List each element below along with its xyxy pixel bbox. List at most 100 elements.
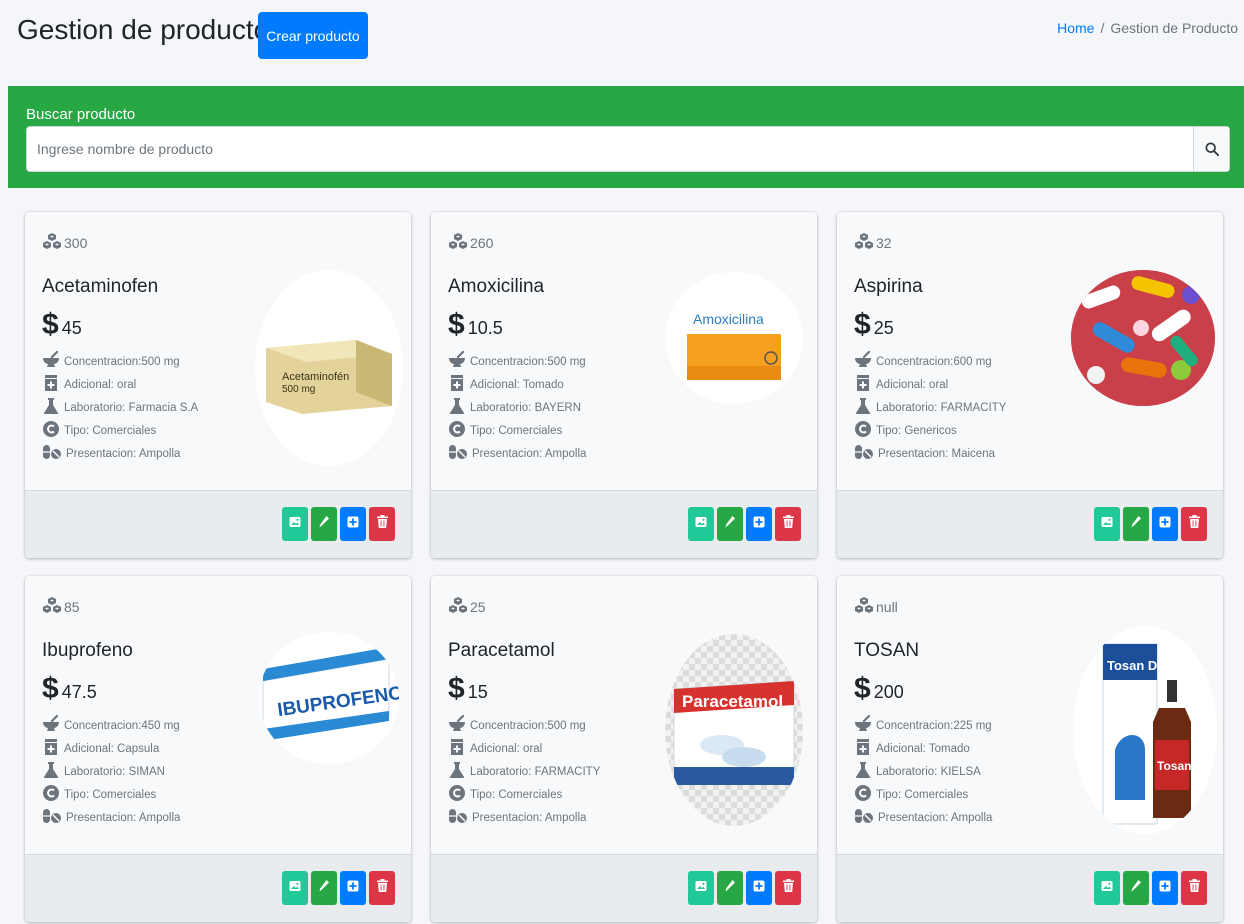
delete-button[interactable] [1181, 507, 1207, 541]
detail-tipo: Tipo: Comerciales [854, 783, 992, 806]
product-card-body: 25 Paracetamol $ 15 Concentracion:500 mg… [431, 576, 817, 854]
detail-tipo: Tipo: Comerciales [448, 783, 600, 806]
detail-text: Concentracion:500 mg [470, 355, 586, 368]
add-lot-button[interactable] [746, 507, 772, 541]
detail-concentracion: Concentracion:500 mg [42, 350, 198, 373]
detail-text: Laboratorio: KIELSA [876, 765, 981, 778]
mortar-pestle-icon [42, 714, 60, 736]
edit-button[interactable] [717, 871, 743, 905]
product-name: Ibuprofeno [42, 640, 133, 661]
product-details: Concentracion:500 mg Adicional: oral Lab… [42, 350, 198, 465]
detail-text: Laboratorio: Farmacia S.A [64, 401, 199, 414]
card-actions [688, 871, 801, 905]
trash-icon [1188, 515, 1200, 533]
add-lot-button[interactable] [1152, 507, 1178, 541]
edit-button[interactable] [1123, 871, 1149, 905]
product-card: 85 Ibuprofeno $ 47.5 Concentracion:450 m… [25, 576, 411, 922]
product-price: $ 45 [42, 308, 82, 342]
change-image-button[interactable] [688, 507, 714, 541]
price-value: 45 [61, 318, 82, 338]
stock-value: null [876, 598, 898, 615]
detail-text: Presentacion: Ampolla [472, 447, 587, 460]
pencil-icon [318, 879, 330, 898]
edit-button[interactable] [311, 507, 337, 541]
svg-text:500 mg: 500 mg [282, 384, 315, 395]
add-lot-button[interactable] [1152, 871, 1178, 905]
product-price: $ 25 [854, 308, 894, 342]
search-button[interactable] [1193, 127, 1229, 171]
medicine-box-icon: Paracetamol [673, 680, 795, 786]
add-lot-button[interactable] [746, 871, 772, 905]
product-stock: 32 [854, 232, 892, 253]
stock-value: 25 [470, 598, 486, 615]
edit-button[interactable] [311, 871, 337, 905]
card-actions [1094, 871, 1207, 905]
product-price: $ 47.5 [42, 672, 97, 706]
pencil-icon [724, 879, 736, 898]
detail-concentracion: Concentracion:225 mg [854, 714, 992, 737]
delete-button[interactable] [369, 871, 395, 905]
pills-icon [448, 443, 468, 464]
product-card: 300 Acetaminofen $ 45 Concentracion:500 … [25, 212, 411, 558]
detail-presentacion: Presentacion: Ampolla [448, 806, 600, 829]
edit-button[interactable] [717, 507, 743, 541]
change-image-button[interactable] [688, 871, 714, 905]
copyright-icon [42, 784, 60, 805]
stock-value: 300 [64, 234, 88, 251]
detail-text: Presentacion: Ampolla [66, 447, 181, 460]
price-value: 200 [873, 682, 904, 702]
search-input[interactable] [27, 127, 1193, 171]
pencil-icon [724, 515, 736, 534]
product-details: Concentracion:225 mg Adicional: Tomado L… [854, 714, 992, 829]
product-stock: 25 [448, 596, 486, 617]
dollar-icon: $ [42, 672, 59, 705]
medicine-box-icon: Acetaminofén 500 mg [266, 340, 392, 414]
detail-tipo: Tipo: Genericos [854, 419, 1006, 442]
product-image [1071, 270, 1215, 406]
create-product-button[interactable]: Crear producto [258, 12, 368, 59]
delete-button[interactable] [1181, 871, 1207, 905]
change-image-button[interactable] [282, 871, 308, 905]
product-card-footer [431, 490, 817, 558]
edit-button[interactable] [1123, 507, 1149, 541]
medkit-icon [42, 374, 60, 395]
add-lot-button[interactable] [340, 871, 366, 905]
pills-icon [854, 443, 874, 464]
detail-presentacion: Presentacion: Ampolla [42, 806, 180, 829]
mortar-pestle-icon [448, 350, 466, 372]
card-actions [688, 507, 801, 541]
change-image-button[interactable] [1094, 871, 1120, 905]
detail-text: Concentracion:500 mg [64, 355, 180, 368]
price-value: 10.5 [467, 318, 503, 338]
product-card-footer [25, 490, 411, 558]
detail-text: Adicional: oral [64, 378, 137, 391]
plus-square-icon [753, 515, 765, 533]
detail-text: Tipo: Genericos [876, 424, 957, 437]
image-icon [289, 879, 301, 897]
product-card-body: null TOSAN $ 200 Concentracion:225 mg Ad… [837, 576, 1223, 854]
copyright-icon [854, 784, 872, 805]
image-icon [1101, 879, 1113, 897]
delete-button[interactable] [369, 507, 395, 541]
delete-button[interactable] [775, 871, 801, 905]
product-card-body: 32 Aspirina $ 25 Concentracion:600 mg Ad… [837, 212, 1223, 490]
detail-adicional: Adicional: oral [448, 737, 600, 760]
breadcrumb-home-link[interactable]: Home [1057, 20, 1094, 36]
change-image-button[interactable] [1094, 507, 1120, 541]
change-image-button[interactable] [282, 507, 308, 541]
search-box [26, 126, 1230, 172]
product-card-footer [25, 854, 411, 922]
detail-adicional: Adicional: Tomado [448, 373, 586, 396]
svg-text:Acetaminofén: Acetaminofén [282, 371, 349, 383]
image-label: Paracetamol [682, 692, 783, 711]
delete-button[interactable] [775, 507, 801, 541]
product-card-body: 260 Amoxicilina $ 10.5 Concentracion:500… [431, 212, 817, 490]
image-label: Amoxicilina [693, 311, 764, 327]
add-lot-button[interactable] [340, 507, 366, 541]
cubes-icon [42, 232, 62, 253]
search-label: Buscar producto [26, 106, 136, 123]
stock-value: 260 [470, 234, 494, 251]
detail-tipo: Tipo: Comerciales [42, 783, 180, 806]
detail-laboratorio: Laboratorio: KIELSA [854, 760, 992, 783]
detail-text: Concentracion:450 mg [64, 719, 180, 732]
